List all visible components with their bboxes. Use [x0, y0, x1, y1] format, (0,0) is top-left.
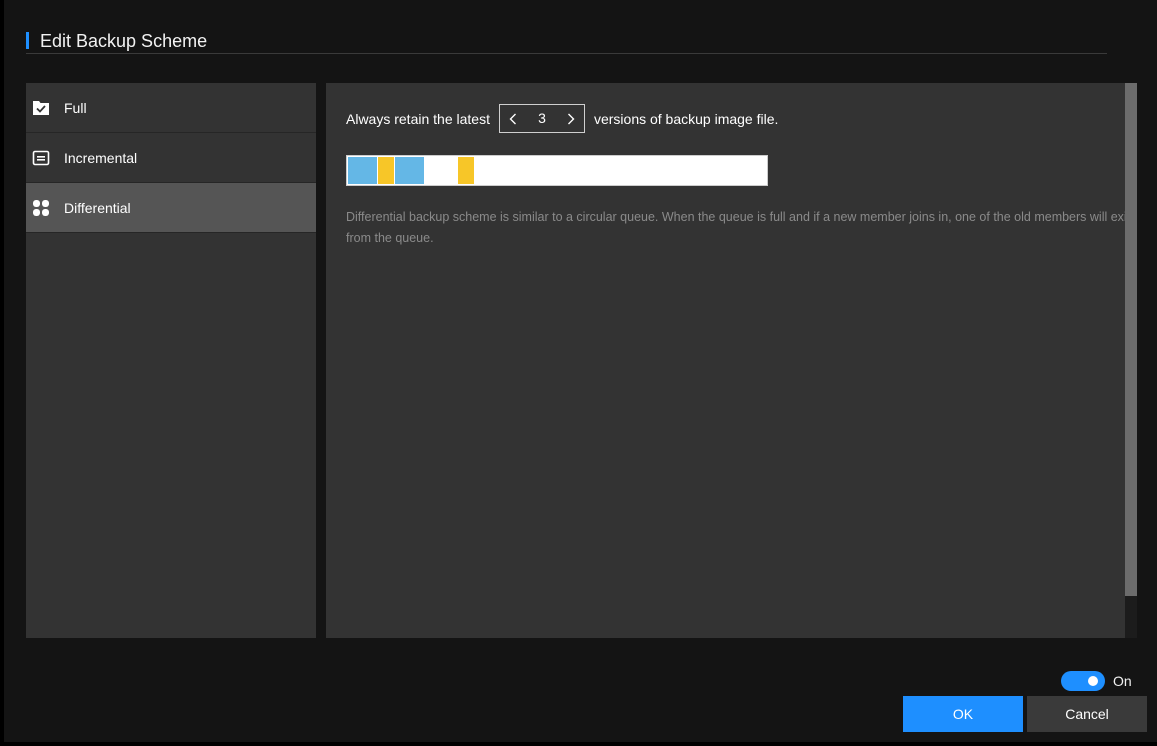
dialog-title: Edit Backup Scheme [40, 31, 208, 51]
sidebar-item-full[interactable]: Full [26, 83, 316, 133]
versions-stepper[interactable]: 3 [498, 104, 585, 133]
scheme-toggle-group: On [1061, 671, 1132, 691]
sidebar-item-label: Differential [64, 200, 131, 216]
sidebar-item-label: Full [64, 100, 87, 116]
scheme-settings-panel: Always retain the latest 3 versions of b… [326, 83, 1125, 638]
scrollbar-thumb[interactable] [1125, 83, 1137, 596]
retain-suffix-text: versions of backup image file. [593, 110, 779, 127]
differential-backup-block [378, 157, 394, 184]
edit-backup-scheme-dialog: Edit Backup Scheme Full Incremental Diff… [4, 0, 1157, 742]
retain-versions-row: Always retain the latest 3 versions of b… [346, 103, 778, 134]
sidebar-item-incremental[interactable]: Incremental [26, 133, 316, 183]
full-backup-block [348, 157, 377, 184]
differential-backup-block [458, 157, 474, 184]
sidebar-item-label: Incremental [64, 150, 138, 166]
increment-button[interactable] [558, 105, 584, 132]
toggle-knob [1088, 676, 1098, 686]
scheme-sidebar: Full Incremental Differential [26, 83, 316, 638]
toggle-label: On [1113, 673, 1132, 689]
scheme-enable-toggle[interactable] [1061, 671, 1105, 691]
decrement-button[interactable] [500, 105, 526, 132]
backup-queue-illustration [346, 155, 768, 186]
dialog-header: Edit Backup Scheme [26, 30, 1107, 54]
content-scrollbar[interactable] [1125, 83, 1137, 638]
list-box-icon [32, 150, 50, 166]
ok-button[interactable]: OK [903, 696, 1023, 732]
cancel-button[interactable]: Cancel [1027, 696, 1147, 732]
chevron-left-icon [509, 113, 516, 125]
calendar-check-icon [33, 101, 49, 115]
versions-count-value[interactable]: 3 [526, 105, 558, 132]
title-accent-bar [26, 32, 29, 49]
four-dots-icon [33, 200, 49, 216]
scheme-description: Differential backup scheme is similar to… [346, 210, 1125, 245]
retain-prefix-text: Always retain the latest [346, 110, 490, 127]
sidebar-item-differential[interactable]: Differential [26, 183, 316, 233]
chevron-right-icon [567, 113, 575, 125]
full-backup-block [395, 157, 424, 184]
